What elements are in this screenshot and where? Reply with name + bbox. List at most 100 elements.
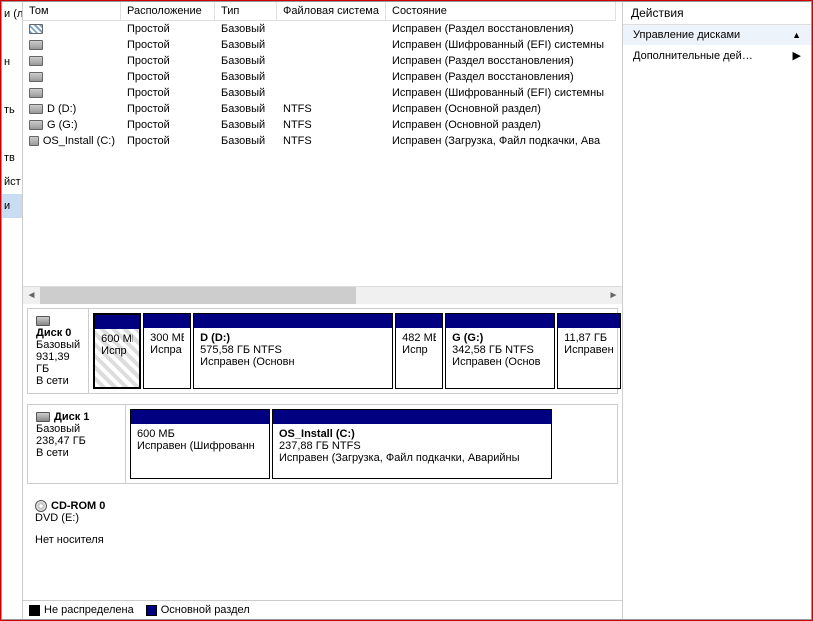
table-row[interactable]: ПростойБазовыйИсправен (Шифрованный (EFI… (23, 85, 622, 101)
cd-icon (35, 500, 47, 512)
left-strip-item[interactable] (2, 74, 22, 98)
table-cell: Простой (121, 38, 215, 52)
table-cell: Простой (121, 22, 215, 36)
disk-info[interactable]: Диск 0Базовый931,39 ГБВ сети (28, 309, 89, 393)
partition-header-bar (95, 315, 139, 329)
table-cell (277, 38, 386, 52)
table-cell: Исправен (Основной раздел) (386, 118, 616, 132)
volume-icon (29, 72, 43, 82)
table-cell: Исправен (Раздел восстановления) (386, 22, 616, 36)
collapse-arrow-icon: ▲ (792, 30, 801, 40)
partition-header-bar (396, 314, 442, 328)
partition[interactable]: OS_Install (C:)237,88 ГБ NTFSИсправен (З… (272, 409, 552, 479)
partition[interactable]: G (G:)342,58 ГБ NTFSИсправен (Основ (445, 313, 555, 389)
horizontal-scrollbar[interactable]: ◄ ► (23, 286, 622, 303)
scroll-track[interactable] (40, 287, 605, 304)
partition-header-bar (144, 314, 190, 328)
partition-body: 600 МБИспр (95, 329, 139, 387)
partition-body: 300 МБИспра (144, 328, 190, 388)
volume-table-header: ТомРасположениеТипФайловая системаСостоя… (23, 2, 622, 21)
action-more-actions-label: Дополнительные дей… (633, 50, 753, 62)
disk-icon (36, 316, 50, 326)
partition[interactable]: 600 МБИсправен (Шифрованн (130, 409, 270, 479)
column-header[interactable]: Расположение (121, 2, 215, 21)
column-header[interactable]: Состояние (386, 2, 616, 21)
column-header[interactable]: Том (23, 2, 121, 21)
volume-table: ТомРасположениеТипФайловая системаСостоя… (23, 2, 622, 304)
legend-unallocated: Не распределена (29, 604, 134, 616)
table-row[interactable]: ПростойБазовый Исправен (Шифрованный (EFI… (23, 37, 622, 53)
partition-body: 11,87 ГБИсправен (Р (558, 328, 620, 388)
scroll-thumb[interactable] (40, 287, 356, 304)
table-cell: Базовый (215, 70, 277, 84)
table-cell: Простой (121, 118, 215, 132)
left-nav-strip: и (л н ть твйсти (2, 2, 23, 619)
left-strip-item[interactable]: н (2, 50, 22, 74)
column-header[interactable]: Тип (215, 2, 277, 21)
table-cell (277, 70, 386, 84)
table-cell: NTFS (277, 134, 386, 148)
action-disk-management[interactable]: Управление дисками ▲ (623, 25, 811, 45)
disk-row: Диск 1Базовый238,47 ГБВ сети600 МБИсправ… (27, 404, 618, 484)
table-cell (23, 54, 121, 68)
table-row[interactable]: ПростойБазовыйИсправен (Раздел восстанов… (23, 69, 622, 85)
table-cell (23, 38, 121, 52)
table-cell: Исправен (Шифрованный (EFI) системны (386, 38, 616, 52)
partition-body: OS_Install (C:)237,88 ГБ NTFSИсправен (З… (273, 424, 551, 478)
actions-header: Действия (623, 2, 811, 25)
partition-header-bar (131, 410, 269, 424)
table-row[interactable]: ПростойБазовый Исправен (Раздел восстанов… (23, 21, 622, 37)
left-strip-item[interactable]: йст (2, 170, 22, 194)
partition[interactable]: D (D:)575,58 ГБ NTFSИсправен (Основн (193, 313, 393, 389)
legend: Не распределена Основной раздел (23, 600, 622, 619)
disk-partitions: 600 МБИсправен (ШифрованнOS_Install (C:)… (126, 405, 617, 483)
partition[interactable]: 300 МБИспра (143, 313, 191, 389)
table-cell: Простой (121, 102, 215, 116)
table-cell: Простой (121, 134, 215, 148)
volume-table-body: ПростойБазовыйИсправен (Раздел восстанов… (23, 21, 622, 286)
scroll-left-arrow-icon[interactable]: ◄ (23, 287, 40, 304)
partition-body: G (G:)342,58 ГБ NTFSИсправен (Основ (446, 328, 554, 388)
table-row[interactable]: G (G:)ПростойБазовыйNTFSИсправен (Основн… (23, 117, 622, 133)
scroll-right-arrow-icon[interactable]: ► (605, 287, 622, 304)
partition-body: D (D:)575,58 ГБ NTFSИсправен (Основн (194, 328, 392, 388)
table-cell: OS_Install (C:) (23, 134, 121, 148)
table-cell: NTFS (277, 118, 386, 132)
action-more-actions[interactable]: Дополнительные дей… ▶ (623, 45, 811, 66)
cdrom-row: CD-ROM 0DVD (E:)Нет носителя (27, 494, 618, 574)
disk-icon (36, 412, 50, 422)
left-strip-item[interactable] (2, 122, 22, 146)
volume-icon (29, 120, 43, 130)
action-disk-management-label: Управление дисками (633, 29, 740, 41)
table-cell: Базовый (215, 22, 277, 36)
table-cell: Базовый (215, 54, 277, 68)
left-strip-item[interactable] (2, 26, 22, 50)
volume-icon (29, 136, 39, 146)
legend-swatch-blue-icon (146, 605, 157, 616)
partition[interactable]: 11,87 ГБИсправен (Р (557, 313, 621, 389)
table-cell: Простой (121, 70, 215, 84)
table-cell (23, 22, 121, 36)
table-cell: Базовый (215, 134, 277, 148)
column-header[interactable]: Файловая система (277, 2, 386, 21)
left-strip-item[interactable]: ть (2, 98, 22, 122)
left-strip-item[interactable]: и (л (2, 2, 22, 26)
volume-icon (29, 40, 43, 50)
table-cell: D (D:) (23, 102, 121, 116)
partition-body: 600 МБИсправен (Шифрованн (131, 424, 269, 478)
legend-swatch-black-icon (29, 605, 40, 616)
table-cell: Исправен (Раздел восстановления) (386, 54, 616, 68)
left-strip-item[interactable]: и (2, 194, 22, 218)
legend-primary: Основной раздел (146, 604, 250, 616)
table-row[interactable]: OS_Install (C:)ПростойБазовыйNTFSИсправе… (23, 133, 622, 149)
table-cell: Исправен (Основной раздел) (386, 102, 616, 116)
table-row[interactable]: ПростойБазовыйИсправен (Раздел восстанов… (23, 53, 622, 69)
table-cell: Исправен (Загрузка, Файл подкачки, Ава (386, 134, 616, 148)
partition[interactable]: 482 МБИспр (395, 313, 443, 389)
disk-info[interactable]: Диск 1Базовый238,47 ГБВ сети (28, 405, 126, 483)
table-cell: Базовый (215, 38, 277, 52)
left-strip-item[interactable]: тв (2, 146, 22, 170)
partition[interactable]: 600 МБИспр (93, 313, 141, 389)
disk-info[interactable]: CD-ROM 0DVD (E:)Нет носителя (27, 494, 618, 574)
table-row[interactable]: D (D:)ПростойБазовыйNTFSИсправен (Основн… (23, 101, 622, 117)
